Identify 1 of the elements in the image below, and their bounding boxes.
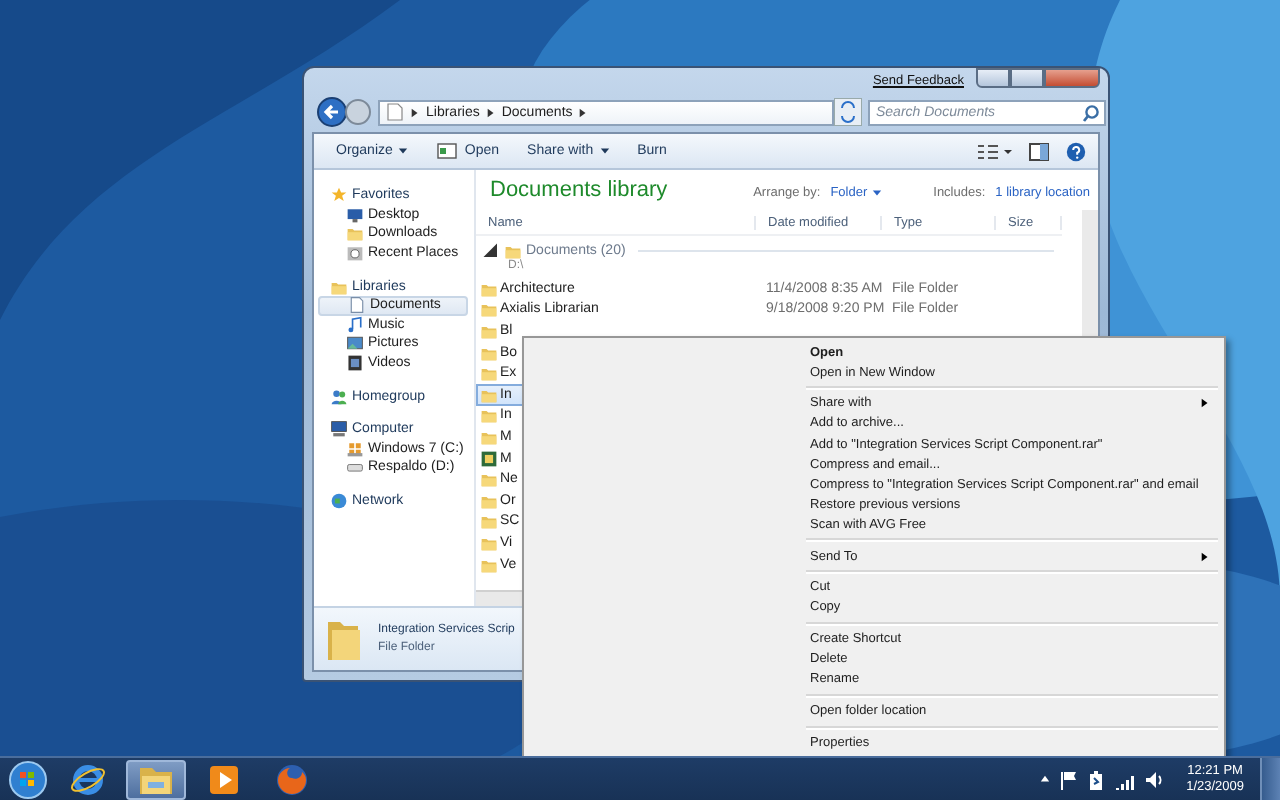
library-title: Documents library (490, 178, 668, 202)
